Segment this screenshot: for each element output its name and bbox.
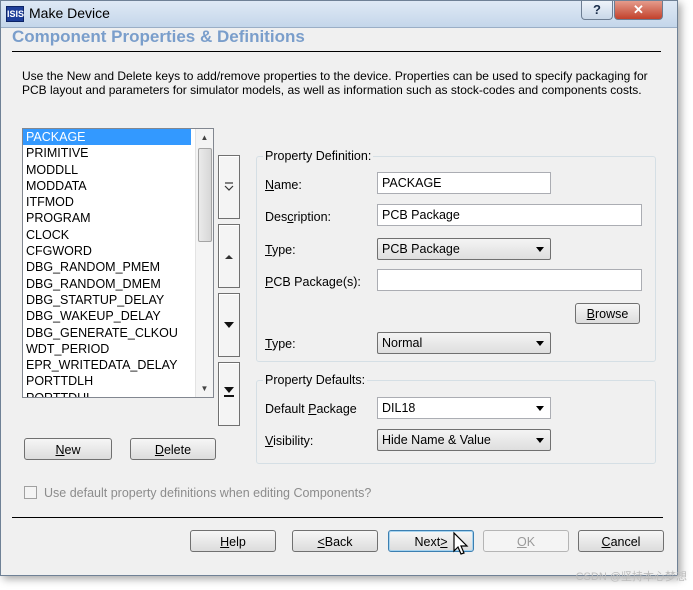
property-list-item[interactable]: ITFMOD (23, 194, 213, 210)
property-list-item[interactable]: CFGWORD (23, 243, 213, 259)
move-to-bottom-icon (224, 387, 234, 397)
isis-app-icon: ISIS (6, 6, 24, 22)
visibility-label: Visibility: (265, 434, 314, 448)
help-button[interactable]: Help (190, 530, 276, 552)
type-normal-dropdown[interactable]: Normal (377, 332, 551, 354)
type-dropdown[interactable]: PCB Package (377, 238, 551, 260)
property-list-item[interactable]: PACKAGE (23, 129, 191, 146)
description-field[interactable]: PCB Package (377, 204, 642, 226)
description-label: Description: (265, 210, 332, 224)
chevron-down-icon (536, 438, 544, 443)
move-up-icon (225, 255, 233, 259)
property-list-item[interactable]: PORTTDLH (23, 373, 213, 389)
name-label: Name: (265, 178, 302, 192)
property-list-item[interactable]: PRIMITIVE (23, 145, 213, 161)
move-down-button[interactable] (218, 293, 240, 357)
property-list-item[interactable]: EPR_WRITEDATA_DELAY (23, 357, 213, 373)
name-field[interactable]: PACKAGE (377, 172, 551, 194)
pcb-packages-field[interactable] (377, 269, 642, 291)
property-list-item[interactable]: DBG_WAKEUP_DELAY (23, 308, 213, 324)
property-defaults-group (256, 380, 656, 464)
footer-divider (12, 517, 663, 518)
type-label: Type: (265, 243, 296, 257)
property-list-item[interactable]: PROGRAM (23, 210, 213, 226)
back-button[interactable]: <Back (292, 530, 378, 552)
window-title: Make Device (29, 5, 110, 21)
page-heading: Component Properties & Definitions (12, 27, 305, 46)
ok-button[interactable]: OK (483, 530, 569, 552)
scroll-thumb[interactable] (198, 148, 212, 242)
cancel-button[interactable]: Cancel (578, 530, 664, 552)
move-to-top-icon (224, 182, 234, 191)
list-scrollbar[interactable]: ▲ ▼ (195, 129, 213, 397)
visibility-value: Hide Name & Value (382, 433, 491, 447)
chevron-down-icon (536, 247, 544, 252)
property-list-item[interactable]: DBG_GENERATE_CLKOU (23, 325, 213, 341)
default-package-combobox[interactable]: DIL18 (377, 397, 551, 419)
move-down-icon (224, 322, 234, 328)
visibility-dropdown[interactable]: Hide Name & Value (377, 429, 551, 451)
chevron-down-icon (536, 341, 544, 346)
property-defaults-title: Property Defaults: (263, 373, 368, 387)
pcb-packages-label: PCB Package(s): (265, 275, 361, 289)
help-title-button[interactable]: ? (581, 1, 613, 20)
intro-text: Use the New and Delete keys to add/remov… (22, 69, 648, 97)
property-list-item[interactable]: DBG_RANDOM_PMEM (23, 259, 213, 275)
move-up-button[interactable] (218, 224, 240, 288)
type-label-2: Type: (265, 337, 296, 351)
use-default-definitions-checkbox[interactable] (24, 486, 37, 499)
use-default-definitions-label[interactable]: Use default property definitions when ed… (44, 486, 371, 500)
browse-button[interactable]: Browse (575, 303, 640, 324)
property-list-item[interactable]: DBG_RANDOM_DMEM (23, 276, 213, 292)
property-definition-title: Property Definition: (263, 149, 374, 163)
property-list-items: PACKAGE PRIMITIVE MODDLL MODDATA ITFMOD PROGR… (23, 129, 213, 397)
property-list-item[interactable]: MODDATA (23, 178, 213, 194)
move-to-bottom-button[interactable] (218, 362, 240, 426)
delete-button[interactable]: Delete (130, 438, 216, 460)
property-listbox[interactable]: PACKAGE PRIMITIVE MODDLL MODDATA ITFMOD PROGR… (22, 128, 214, 398)
property-list-item[interactable]: CLOCK (23, 227, 213, 243)
type-dropdown-value: PCB Package (382, 242, 460, 256)
watermark-text: CSDN @坚持本心梦想 (575, 571, 687, 583)
heading-divider (12, 51, 661, 52)
scroll-up-arrow-icon[interactable]: ▲ (196, 129, 213, 146)
new-button[interactable]: New (24, 438, 112, 460)
scroll-down-arrow-icon[interactable]: ▼ (196, 380, 213, 397)
close-button[interactable]: ✕ (614, 1, 663, 20)
chevron-down-icon[interactable] (536, 406, 544, 411)
property-list-item[interactable]: MODDLL (23, 162, 213, 178)
property-list-item[interactable]: PORTTDHL (23, 390, 213, 397)
mouse-pointer-icon (453, 531, 469, 555)
type-normal-value: Normal (382, 336, 423, 350)
title-bar[interactable]: ISIS Make Device ? ✕ (1, 1, 677, 28)
property-list-item[interactable]: WDT_PERIOD (23, 341, 213, 357)
default-package-label: Default Package (265, 402, 357, 416)
property-list-item[interactable]: DBG_STARTUP_DELAY (23, 292, 213, 308)
move-to-top-button[interactable] (218, 155, 240, 219)
default-package-value: DIL18 (382, 401, 416, 415)
